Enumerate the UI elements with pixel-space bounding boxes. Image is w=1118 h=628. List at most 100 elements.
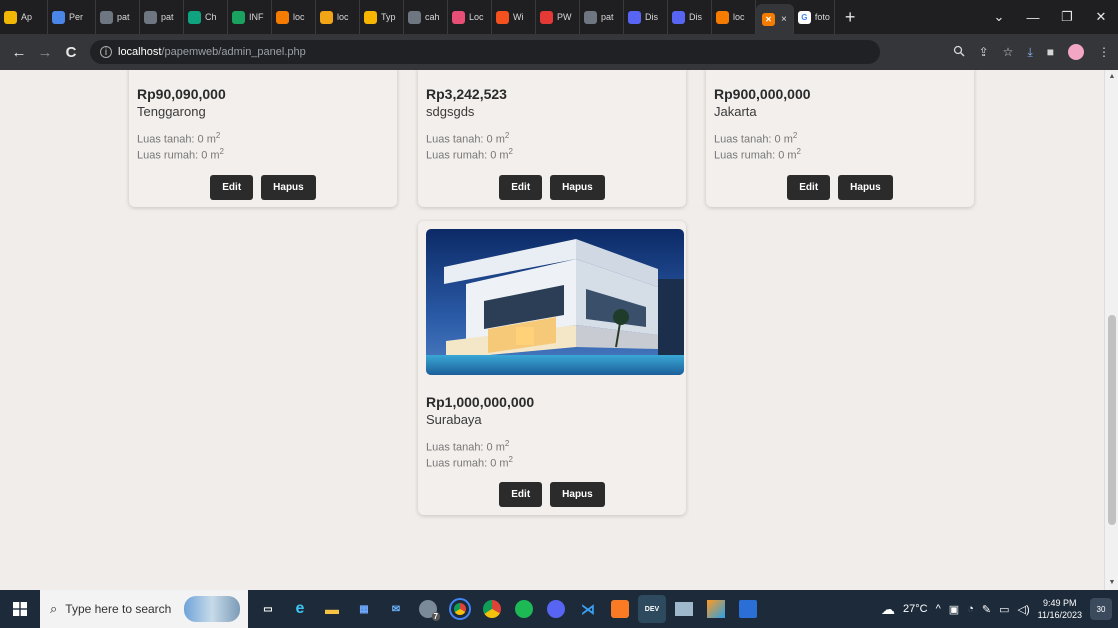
menu-icon[interactable]: ⋮ (1098, 45, 1110, 59)
browser-toolbar: ← → C i localhost /papemweb/admin_panel.… (0, 34, 1118, 70)
share-icon[interactable]: ⇪ (979, 45, 989, 59)
browser-tab[interactable]: loc (316, 0, 360, 34)
restore-button[interactable]: ❐ (1050, 9, 1084, 25)
chrome-canary-icon[interactable] (478, 595, 506, 623)
word-icon[interactable] (734, 595, 762, 623)
tab-favicon-icon (672, 10, 685, 24)
tab-favicon-icon (628, 10, 641, 24)
scrollbar-thumb[interactable] (1108, 315, 1116, 525)
reload-button[interactable]: C (58, 44, 84, 61)
hapus-button[interactable]: Hapus (838, 175, 893, 200)
listing-city: Jakarta (714, 104, 757, 119)
tab-label: Dis (645, 12, 658, 22)
whatsapp-icon[interactable]: 7 (414, 595, 442, 623)
tab-label: PW (557, 12, 572, 22)
weather-temp[interactable]: 27°C (903, 603, 928, 615)
notification-center[interactable]: 30 (1090, 598, 1112, 620)
zoom-icon[interactable] (953, 45, 965, 60)
weather-icon: ☁ (881, 600, 896, 617)
hapus-button[interactable]: Hapus (261, 175, 316, 200)
terminal-icon[interactable] (670, 595, 698, 623)
clock-date: 11/16/2023 (1037, 610, 1082, 620)
listing-card: Rp900,000,000 Jakarta Luas tanah: 0 m2 L… (706, 70, 974, 207)
edit-button[interactable]: Edit (787, 175, 831, 200)
profile-avatar[interactable] (1068, 44, 1084, 60)
edge-icon[interactable]: e (286, 595, 314, 623)
hapus-button[interactable]: Hapus (550, 482, 605, 507)
back-button[interactable]: ← (6, 44, 32, 61)
browser-tab[interactable]: cah (404, 0, 448, 34)
search-placeholder: Type here to search (65, 602, 172, 616)
edit-button[interactable]: Edit (499, 175, 543, 200)
sidebar-icon[interactable]: ■ (1047, 45, 1054, 59)
start-button[interactable] (0, 590, 40, 628)
chrome-icon[interactable] (446, 595, 474, 623)
browser-tab[interactable]: pat (580, 0, 624, 34)
listing-card: Rp90,090,000 Tenggarong Luas tanah: 0 m2… (129, 70, 397, 207)
tab-close-icon[interactable]: × (781, 14, 787, 25)
tray-expand-icon[interactable]: ^ (936, 603, 941, 615)
download-icon[interactable]: ⤓ (1027, 45, 1032, 60)
dev-app-icon[interactable]: DEV (638, 595, 666, 623)
file-explorer-icon[interactable]: ▬ (318, 595, 346, 623)
tab-favicon-icon (364, 10, 377, 24)
browser-tab[interactable]: Dis (668, 0, 712, 34)
close-window-button[interactable]: ✕ (1084, 9, 1118, 25)
battery-icon[interactable]: ▭ (999, 603, 1009, 616)
hapus-button[interactable]: Hapus (550, 175, 605, 200)
bookmark-star-icon[interactable]: ☆ (1003, 45, 1014, 59)
address-bar[interactable]: i localhost /papemweb/admin_panel.php (90, 40, 880, 64)
app-orange-icon[interactable] (702, 595, 730, 623)
browser-tab[interactable]: loc (272, 0, 316, 34)
browser-tab[interactable]: loc (712, 0, 756, 34)
tray-app-icon[interactable]: ▣ (949, 603, 959, 616)
card-actions: Edit Hapus (418, 482, 686, 507)
volume-icon[interactable]: ◁) (1017, 603, 1029, 616)
tab-foto[interactable]: G foto (794, 0, 835, 34)
listing-card: Rp1,000,000,000 Surabaya Luas tanah: 0 m… (418, 221, 686, 515)
tab-label: Per (69, 12, 84, 22)
vscode-icon[interactable]: ⋊ (574, 595, 602, 623)
browser-tab[interactable]: Wi (492, 0, 536, 34)
forward-button[interactable]: → (32, 44, 58, 61)
listing-price: Rp1,000,000,000 (426, 394, 535, 410)
site-info-icon[interactable]: i (100, 46, 112, 58)
minimize-button[interactable]: — (1016, 10, 1050, 25)
luas-tanah: Luas tanah: 0 m2 (714, 131, 798, 146)
store-icon[interactable]: ▦ (350, 595, 378, 623)
edit-button[interactable]: Edit (499, 482, 543, 507)
tab-label: pat (117, 12, 130, 22)
mail-icon[interactable]: ✉ (382, 595, 410, 623)
tab-search-button[interactable]: ⌄ (982, 9, 1016, 25)
browser-tab[interactable]: Per (48, 0, 96, 34)
network-icon[interactable]: ◔ (967, 603, 974, 615)
listing-price: Rp90,090,000 (137, 86, 226, 102)
browser-tab[interactable]: PW (536, 0, 580, 34)
browser-tab[interactable]: Ap (0, 0, 48, 34)
browser-tab[interactable]: pat (96, 0, 140, 34)
browser-tab[interactable]: pat (140, 0, 184, 34)
tab-active[interactable]: ✕ × (756, 4, 794, 34)
tab-favicon-icon (452, 10, 465, 24)
browser-tab[interactable]: INF (228, 0, 272, 34)
pen-icon[interactable]: ✎ (982, 603, 991, 616)
clock[interactable]: 9:49 PM 11/16/2023 (1038, 597, 1082, 621)
tab-favicon-icon (408, 10, 421, 24)
browser-tab[interactable]: Loc (448, 0, 492, 34)
taskbar-search[interactable]: ⌕ Type here to search (40, 590, 248, 628)
scroll-up-icon[interactable]: ▲ (1105, 70, 1118, 84)
clock-time: 9:49 PM (1043, 598, 1077, 608)
new-tab-button[interactable]: + (835, 7, 866, 28)
xampp-taskbar-icon[interactable] (606, 595, 634, 623)
task-view-icon[interactable]: ▭ (254, 595, 282, 623)
browser-tab[interactable]: Typ (360, 0, 404, 34)
tab-label: pat (601, 12, 614, 22)
edit-button[interactable]: Edit (210, 175, 254, 200)
browser-tab[interactable]: Ch (184, 0, 228, 34)
browser-tab[interactable]: Dis (624, 0, 668, 34)
scroll-down-icon[interactable]: ▼ (1105, 576, 1118, 590)
discord-icon[interactable] (542, 595, 570, 623)
spotify-icon[interactable] (510, 595, 538, 623)
badge-count: 7 (431, 612, 440, 621)
page-scrollbar[interactable]: ▲ ▼ (1104, 70, 1118, 590)
